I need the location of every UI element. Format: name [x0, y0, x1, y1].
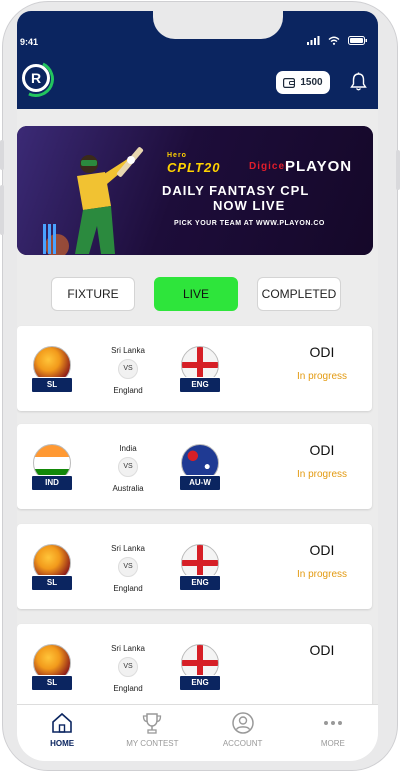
match-format: ODI [309, 542, 335, 558]
team1-name: Sri Lanka [111, 644, 145, 653]
phone-power-button [396, 150, 400, 190]
app-screen: 9:41 R 1500 Hero CPLT20 Digicel PLAYON D… [17, 11, 378, 761]
team2-code: ENG [179, 377, 221, 393]
nav-account[interactable]: ACCOUNT [198, 705, 288, 761]
user-icon [231, 712, 254, 734]
nav-my-contest-label: MY CONTEST [126, 739, 179, 748]
team2-code: ENG [179, 675, 221, 691]
vs-badge: VS [118, 359, 138, 379]
vs-badge: VS [118, 457, 138, 477]
battery-icon [348, 36, 367, 45]
team1-code: SL [31, 675, 73, 691]
wallet-amount: 1500 [300, 77, 323, 88]
more-icon [323, 721, 342, 725]
wifi-icon [328, 36, 340, 45]
status-time: 9:41 [20, 37, 39, 47]
team2-code: AU-W [179, 475, 221, 491]
banner-sponsor: Digicel [249, 161, 289, 172]
nav-home[interactable]: HOME [17, 705, 107, 761]
team2-name: England [113, 584, 143, 593]
team1-code: SL [31, 377, 73, 393]
match-card[interactable]: IND India VS Australia AU-W ODI In progr… [17, 424, 372, 509]
signal-icon [307, 36, 320, 45]
match-status: In progress [296, 469, 348, 480]
team1-code: IND [31, 475, 73, 491]
team2-name: England [113, 684, 143, 693]
status-icons [307, 36, 368, 45]
team2-name: England [113, 386, 143, 395]
banner-tagline: PICK YOUR TEAM AT WWW.PLAYON.CO [174, 220, 325, 227]
notification-bell-icon[interactable] [350, 72, 367, 92]
match-card[interactable]: SL Sri Lanka VS England ENG ODI [17, 624, 372, 714]
banner-partner: PLAYON [285, 158, 353, 175]
home-icon [52, 712, 72, 733]
nav-account-label: ACCOUNT [222, 739, 263, 748]
team2-code: ENG [179, 575, 221, 591]
team1-code: SL [31, 575, 73, 591]
tab-fixture[interactable]: FIXTURE [51, 277, 135, 311]
team1-name: Sri Lanka [111, 346, 145, 355]
match-card[interactable]: SL Sri Lanka VS England ENG ODI In progr… [17, 326, 372, 411]
banner-brand: CPLT20 [167, 160, 221, 175]
vs-badge: VS [118, 657, 138, 677]
phone-volume-button [0, 185, 4, 235]
banner-headline-1: DAILY FANTASY CPL [162, 183, 310, 198]
match-tabs: FIXTURE LIVE COMPLETED [51, 277, 341, 311]
phone-notch [153, 11, 283, 39]
wallet-icon [283, 78, 296, 88]
logo-mark-icon: R [30, 70, 42, 86]
cricketer-illustration [43, 147, 144, 255]
nav-more[interactable]: MORE [288, 705, 378, 761]
nav-more-label: MORE [320, 739, 345, 748]
phone-side-button [0, 140, 4, 170]
team1-name: Sri Lanka [111, 544, 145, 553]
vs-badge: VS [118, 557, 138, 577]
trophy-icon [143, 713, 162, 734]
match-format: ODI [309, 344, 335, 360]
bottom-nav: HOME MY CONTEST ACCOUNT MORE [17, 704, 378, 761]
banner-headline-2: NOW LIVE [213, 198, 286, 213]
app-logo[interactable]: R [22, 64, 50, 92]
nav-my-contest[interactable]: MY CONTEST [107, 705, 197, 761]
match-format: ODI [309, 642, 335, 658]
tab-live[interactable]: LIVE [154, 277, 238, 311]
app-header: R 1500 [17, 51, 378, 109]
tab-completed[interactable]: COMPLETED [257, 277, 341, 311]
match-status: In progress [296, 569, 348, 580]
nav-home-label: HOME [50, 739, 75, 748]
banner-brand-top: Hero [167, 152, 187, 159]
promo-banner[interactable]: Hero CPLT20 Digicel PLAYON DAILY FANTASY… [17, 126, 373, 255]
wallet-balance-button[interactable]: 1500 [276, 71, 330, 94]
match-card[interactable]: SL Sri Lanka VS England ENG ODI In progr… [17, 524, 372, 609]
match-status: In progress [296, 371, 348, 382]
match-format: ODI [309, 442, 335, 458]
team1-name: India [119, 444, 137, 453]
team2-name: Australia [112, 484, 144, 493]
